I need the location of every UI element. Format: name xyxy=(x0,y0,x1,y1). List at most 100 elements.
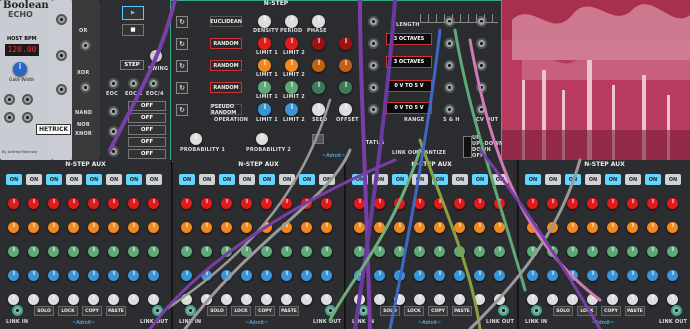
step-knob[interactable] xyxy=(28,246,39,257)
cv-jack[interactable] xyxy=(444,60,455,71)
paste-button[interactable]: PASTE xyxy=(452,306,472,316)
step-knob[interactable] xyxy=(181,270,192,281)
step-knob[interactable] xyxy=(374,222,385,233)
link-out-jack[interactable] xyxy=(152,305,163,316)
step-knob[interactable] xyxy=(88,222,99,233)
run-button[interactable]: ▶ xyxy=(122,6,144,20)
step-knob[interactable] xyxy=(414,246,425,257)
step-knob[interactable] xyxy=(527,294,538,305)
step-knob[interactable] xyxy=(221,198,232,209)
step-knob[interactable] xyxy=(88,246,99,257)
range-display[interactable]: 3 OCTAVES xyxy=(386,33,432,45)
step-knob[interactable] xyxy=(281,198,292,209)
step-knob[interactable] xyxy=(68,246,79,257)
step-on-button[interactable]: ON xyxy=(605,174,621,185)
cv-jack[interactable] xyxy=(476,82,487,93)
step-on-button[interactable]: ON xyxy=(6,174,22,185)
step-on-button[interactable]: ON xyxy=(432,174,448,185)
step-on-button[interactable]: ON xyxy=(259,174,275,185)
param-knob[interactable] xyxy=(285,59,298,72)
cv-jack[interactable] xyxy=(368,16,379,27)
step-on-button[interactable]: ON xyxy=(86,174,102,185)
step-knob[interactable] xyxy=(261,222,272,233)
logic-jack[interactable] xyxy=(80,40,91,51)
step-knob[interactable] xyxy=(48,246,59,257)
link-out-jack[interactable] xyxy=(498,305,509,316)
step-knob[interactable] xyxy=(567,222,578,233)
step-knob[interactable] xyxy=(301,222,312,233)
param-knob[interactable] xyxy=(339,59,352,72)
step-knob[interactable] xyxy=(354,270,365,281)
step-knob[interactable] xyxy=(567,198,578,209)
step-knob[interactable] xyxy=(667,294,678,305)
step-knob[interactable] xyxy=(647,294,658,305)
step-knob[interactable] xyxy=(241,270,252,281)
link-out-jack[interactable] xyxy=(671,305,682,316)
solo-button[interactable]: SOLO xyxy=(380,306,400,316)
step-on-button[interactable]: ON xyxy=(392,174,408,185)
step-knob[interactable] xyxy=(28,198,39,209)
solo-button[interactable]: SOLO xyxy=(553,306,573,316)
step-knob[interactable] xyxy=(148,198,159,209)
step-knob[interactable] xyxy=(494,198,505,209)
param-knob[interactable] xyxy=(339,37,352,50)
link-in-jack[interactable] xyxy=(185,305,196,316)
step-knob[interactable] xyxy=(108,222,119,233)
step-knob[interactable] xyxy=(607,270,618,281)
param-knob[interactable] xyxy=(312,15,325,28)
paste-button[interactable]: PASTE xyxy=(279,306,299,316)
step-knob[interactable] xyxy=(201,222,212,233)
step-knob[interactable] xyxy=(547,246,558,257)
step-knob[interactable] xyxy=(454,198,465,209)
step-knob[interactable] xyxy=(321,222,332,233)
copy-button[interactable]: COPY xyxy=(601,306,621,316)
step-knob[interactable] xyxy=(587,222,598,233)
step-knob[interactable] xyxy=(394,198,405,209)
logic-jack[interactable] xyxy=(80,82,91,93)
step-knob[interactable] xyxy=(627,198,638,209)
step-knob[interactable] xyxy=(434,222,445,233)
step-knob[interactable] xyxy=(474,198,485,209)
cv-jack[interactable] xyxy=(368,60,379,71)
step-knob[interactable] xyxy=(607,198,618,209)
gate-jack[interactable] xyxy=(108,106,119,117)
range-display[interactable]: 3 OCTAVES xyxy=(386,56,432,68)
step-knob[interactable] xyxy=(241,246,252,257)
cv-jack[interactable] xyxy=(476,60,487,71)
step-knob[interactable] xyxy=(414,222,425,233)
step-knob[interactable] xyxy=(201,270,212,281)
step-knob[interactable] xyxy=(607,222,618,233)
param-knob[interactable] xyxy=(258,59,271,72)
off-button[interactable]: OFF xyxy=(128,125,166,135)
step-on-button[interactable]: ON xyxy=(319,174,335,185)
step-knob[interactable] xyxy=(454,246,465,257)
param-knob[interactable] xyxy=(339,103,352,116)
step-knob[interactable] xyxy=(241,294,252,305)
gate-jack[interactable] xyxy=(108,146,119,157)
step-knob[interactable] xyxy=(527,270,538,281)
step-knob[interactable] xyxy=(354,222,365,233)
step-on-button[interactable]: ON xyxy=(665,174,681,185)
cv-jack[interactable] xyxy=(476,38,487,49)
range-display[interactable]: 0 V TO 5 V xyxy=(386,80,432,92)
step-knob[interactable] xyxy=(647,222,658,233)
row-shift-button[interactable]: ↻ xyxy=(176,38,188,50)
step-knob[interactable] xyxy=(201,198,212,209)
step-knob[interactable] xyxy=(281,222,292,233)
step-knob[interactable] xyxy=(108,246,119,257)
step-knob[interactable] xyxy=(527,246,538,257)
step-knob[interactable] xyxy=(547,270,558,281)
step-knob[interactable] xyxy=(88,270,99,281)
solo-button[interactable]: SOLO xyxy=(34,306,54,316)
step-knob[interactable] xyxy=(567,270,578,281)
step-knob[interactable] xyxy=(567,294,578,305)
step-knob[interactable] xyxy=(108,270,119,281)
solo-button[interactable]: SOLO xyxy=(207,306,227,316)
step-on-button[interactable]: ON xyxy=(66,174,82,185)
eoc-jack[interactable] xyxy=(128,78,139,89)
param-knob[interactable] xyxy=(312,59,325,72)
step-knob[interactable] xyxy=(374,198,385,209)
step-knob[interactable] xyxy=(354,198,365,209)
step-knob[interactable] xyxy=(647,198,658,209)
step-knob[interactable] xyxy=(547,198,558,209)
